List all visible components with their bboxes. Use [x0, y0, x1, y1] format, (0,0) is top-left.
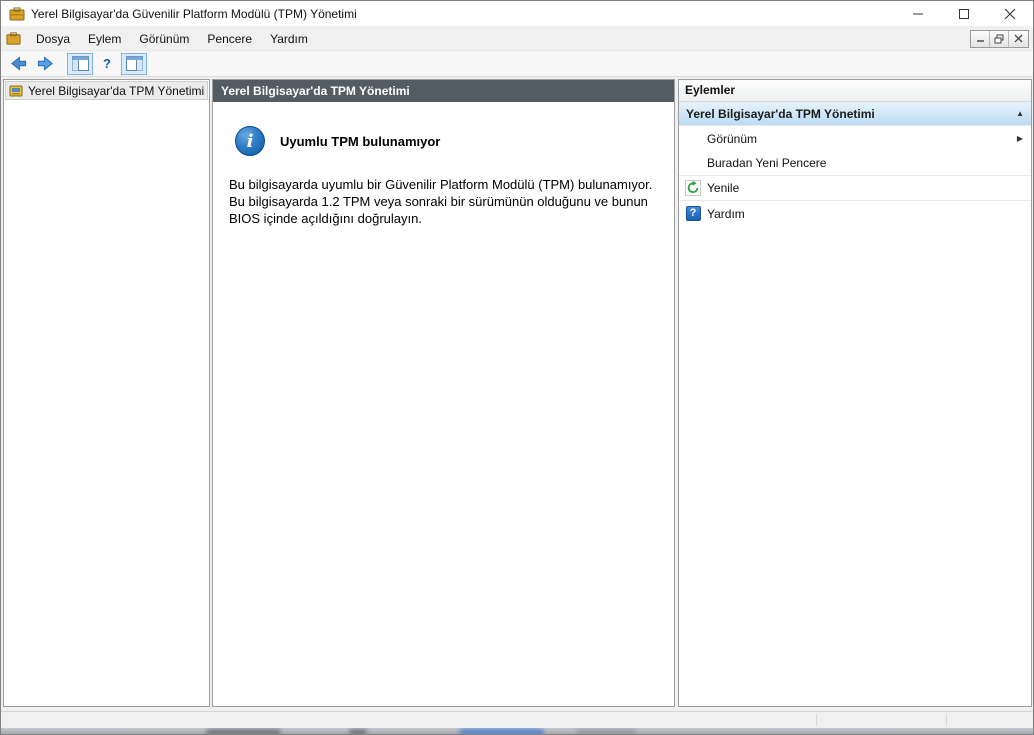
status-cell-divider [816, 714, 817, 726]
title-bar: Yerel Bilgisayar'da Güvenilir Platform M… [1, 1, 1033, 27]
action-item-help[interactable]: ? Yardım [679, 201, 1031, 226]
mdi-close-button[interactable] [1009, 31, 1028, 47]
menu-item-eylem[interactable]: Eylem [79, 28, 130, 50]
caption-buttons [895, 1, 1033, 26]
menu-bar: Dosya Eylem Görünüm Pencere Yardım [1, 27, 1033, 51]
taskbar-artifact [206, 729, 281, 734]
forward-icon [37, 56, 53, 71]
close-icon [1004, 8, 1016, 19]
action-item-new-window-label: Buradan Yeni Pencere [707, 156, 827, 170]
console-tree-icon [71, 56, 89, 71]
minimize-button[interactable] [895, 1, 941, 26]
mdi-window-controls [970, 29, 1029, 48]
tpm-node-icon [9, 85, 23, 96]
mdi-minimize-icon [976, 40, 984, 42]
actions-section-header[interactable]: Yerel Bilgisayar'da TPM Yönetimi ▲ [679, 102, 1031, 126]
actions-pane: Eylemler Yerel Bilgisayar'da TPM Yönetim… [678, 79, 1032, 707]
mdi-close-icon [1014, 34, 1023, 43]
maximize-button[interactable] [941, 1, 987, 26]
actions-section-label: Yerel Bilgisayar'da TPM Yönetimi [686, 106, 875, 121]
show-console-tree-button[interactable] [67, 52, 93, 75]
taskbar-strip [1, 728, 1033, 734]
action-item-refresh-label: Yenile [707, 181, 740, 195]
message-title: Uyumlu TPM bulunamıyor [280, 133, 441, 149]
info-icon: i [235, 126, 265, 156]
help-action-icon: ? [685, 206, 701, 221]
submenu-arrow-icon: ▶ [1016, 134, 1023, 143]
console-tree-pane: Yerel Bilgisayar'da TPM Yönetimi [3, 79, 210, 707]
mdi-minimize-button[interactable] [971, 30, 990, 47]
message-body: Bu bilgisayarda uyumlu bir Güvenilir Pla… [229, 177, 653, 226]
menu-item-pencere[interactable]: Pencere [198, 28, 261, 50]
close-button[interactable] [987, 1, 1033, 26]
help-icon: ? [103, 56, 111, 71]
screen: Yerel Bilgisayar'da Güvenilir Platform M… [0, 0, 1034, 735]
action-item-view-label: Görünüm [707, 131, 758, 146]
action-item-help-label: Yardım [707, 206, 745, 221]
workspace: Yerel Bilgisayar'da TPM Yönetimi Yerel B… [1, 77, 1033, 711]
taskbar-artifact [576, 729, 636, 734]
help-button[interactable]: ? [94, 53, 120, 75]
action-item-new-window[interactable]: Buradan Yeni Pencere [679, 151, 1031, 176]
status-bar [1, 711, 1033, 728]
console-window-icon [6, 32, 21, 45]
menu-item-yardim[interactable]: Yardım [261, 28, 317, 50]
results-pane-body: i Uyumlu TPM bulunamıyor Bu bilgisayarda… [213, 102, 674, 227]
actions-pane-header: Eylemler [679, 80, 1031, 102]
refresh-icon-slot [684, 180, 702, 196]
mdi-restore-button[interactable] [990, 30, 1009, 47]
tree-item-label: Yerel Bilgisayar'da TPM Yönetimi [28, 83, 205, 98]
forward-button[interactable] [32, 53, 58, 75]
action-pane-icon [125, 56, 143, 71]
minimize-icon [913, 13, 923, 14]
back-icon [10, 56, 26, 71]
taskbar-artifact [349, 729, 367, 734]
results-pane-header: Yerel Bilgisayar'da TPM Yönetimi [213, 80, 674, 102]
mmc-console-icon [9, 7, 25, 20]
menu-item-dosya[interactable]: Dosya [27, 28, 79, 50]
action-item-view[interactable]: Görünüm ▶ [679, 126, 1031, 151]
mdi-restore-icon [994, 34, 1004, 43]
help-icon-slot: ? [684, 206, 702, 222]
info-row: i Uyumlu TPM bulunamıyor [229, 126, 658, 156]
results-pane: Yerel Bilgisayar'da TPM Yönetimi i Uyuml… [212, 79, 675, 707]
menu-item-gorunum[interactable]: Görünüm [130, 28, 198, 50]
status-cell-divider [946, 714, 947, 726]
window-title: Yerel Bilgisayar'da Güvenilir Platform M… [31, 6, 357, 21]
taskbar-artifact [459, 729, 544, 734]
collapse-icon[interactable]: ▲ [1016, 109, 1024, 118]
refresh-icon [685, 180, 701, 196]
action-item-refresh[interactable]: Yenile [679, 176, 1031, 201]
toolbar: ? [1, 51, 1033, 77]
maximize-icon [959, 8, 969, 19]
tree-item-tpm-management[interactable]: Yerel Bilgisayar'da TPM Yönetimi [5, 81, 208, 100]
view-icon-slot [684, 131, 702, 147]
back-button[interactable] [5, 53, 31, 75]
new-window-icon-slot [684, 155, 702, 171]
show-action-pane-button[interactable] [121, 52, 147, 75]
